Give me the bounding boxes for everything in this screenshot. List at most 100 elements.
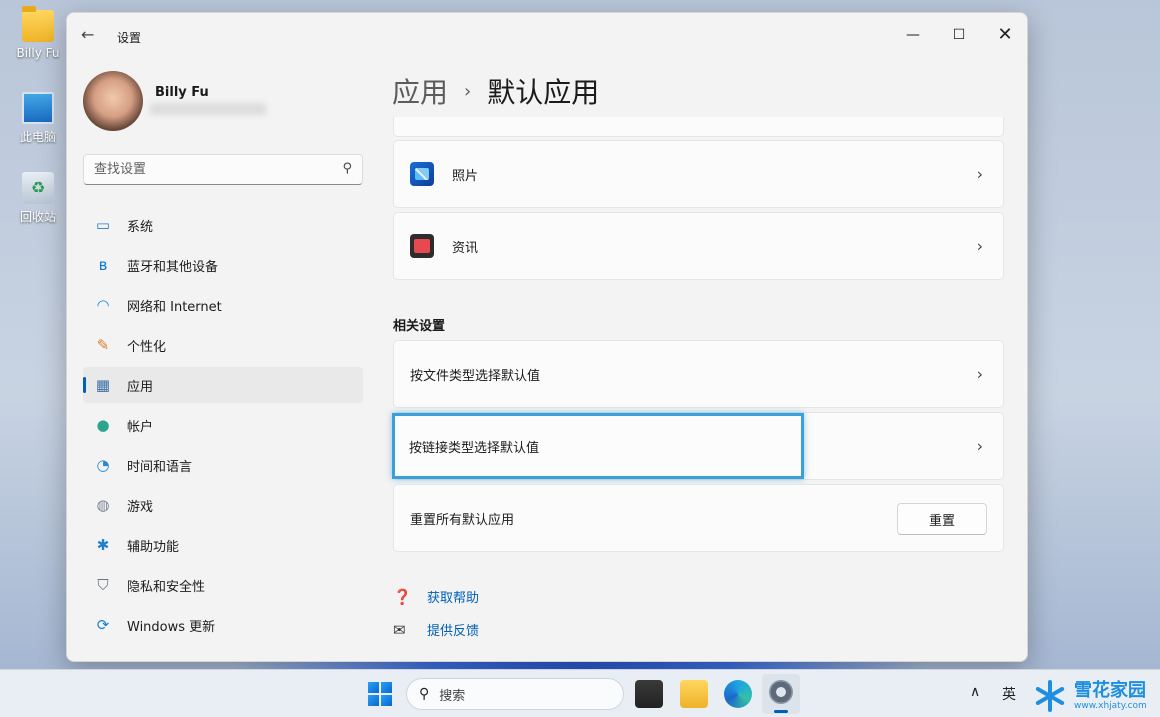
snowflake-icon [1032,678,1068,714]
sidebar-item-label: Windows 更新 [127,619,216,635]
sidebar-item-11[interactable]: ⟳ Windows 更新 [83,607,363,643]
feedback-link[interactable]: ✉ 提供反馈 [393,620,479,640]
taskbar-search-label: 搜索 [439,688,466,704]
avatar[interactable] [83,71,143,131]
sidebar-item-label: 个性化 [127,339,167,355]
close-button[interactable]: ✕ [982,19,1027,51]
account-icon: ● [96,416,110,434]
photos-icon [410,162,434,186]
desktop-icon-user-folder[interactable]: Billy Fu [8,6,68,60]
sidebar-item-6[interactable]: ● 帐户 [83,407,363,443]
file-explorer-icon[interactable] [680,680,708,708]
taskbar: ⚲ 搜索 ∧ 英 [0,669,1160,717]
window-title: 设置 [117,31,142,45]
setting-label: 按链接类型选择默认值 [409,440,540,456]
running-indicator [774,710,788,713]
help-chat-icon: ❓ [393,587,412,606]
desktop-icon-recycle-bin[interactable]: ♻ 回收站 [8,172,68,225]
sidebar-item-3[interactable]: ◠ 网络和 Internet [83,287,363,323]
sidebar-item-label: 网络和 Internet [127,299,222,315]
sidebar-item-label: 蓝牙和其他设备 [127,259,219,275]
title-bar: ← 设置 — ☐ ✕ [67,13,1027,57]
minimize-button[interactable]: — [890,19,936,51]
recycle-bin-icon: ♻ [22,172,54,204]
watermark-url: www.xhjaty.com [1074,701,1147,711]
update-icon: ⟳ [96,616,110,634]
get-help-label[interactable]: 获取帮助 [427,587,479,606]
highlight-frame[interactable]: 按链接类型选择默认值 [392,413,804,479]
search-icon[interactable]: ⚲ [342,161,352,176]
sidebar-item-4[interactable]: ✎ 个性化 [83,327,363,363]
shield-icon: ⛉ [97,576,109,594]
sidebar-item-label: 辅助功能 [127,539,180,555]
breadcrumb: 应用 › 默认应用 [392,71,599,111]
monitor-icon: ▭ [95,216,111,234]
sidebar-item-label: 应用 [127,379,154,395]
bluetooth-icon: ʙ [98,256,108,274]
desktop-icon-label: 回收站 [19,210,56,224]
sidebar-item-8[interactable]: ◍ 游戏 [83,487,363,523]
settings-search-box[interactable]: ⚲ [83,154,363,185]
sidebar-item-1[interactable]: ▭ 系统 [83,207,363,243]
watermark-title: 雪花家园 [1074,680,1146,701]
breadcrumb-separator-icon: › [464,80,472,102]
sidebar-item-label: 帐户 [127,419,154,435]
sidebar-item-7[interactable]: ◔ 时间和语言 [83,447,363,483]
desktop-icon-label: Billy Fu [16,46,60,60]
edge-browser-icon[interactable] [724,680,752,708]
sidebar-item-label: 游戏 [127,499,154,515]
apps-icon: ▦ [95,376,111,394]
breadcrumb-parent[interactable]: 应用 [392,71,448,111]
settings-window: ← 设置 — ☐ ✕ Billy Fu ⚲ ▭ 系统 ʙ 蓝牙和其他设备 ◠ 网络和 In… [66,12,1028,662]
get-help-link[interactable]: ❓ 获取帮助 [393,587,479,607]
page-title: 默认应用 [487,76,600,109]
taskbar-search[interactable]: ⚲ 搜索 [406,678,624,710]
sidebar-item-5[interactable]: ▦ 应用 [83,367,363,403]
clock-globe-icon: ◔ [96,456,110,474]
related-settings-heading: 相关设置 [393,319,446,334]
feedback-icon: ✉ [393,620,406,639]
reset-defaults-row: 重置所有默认应用 重置 [393,484,1004,552]
user-email-blurred [149,103,267,115]
wifi-icon: ◠ [96,296,110,314]
sidebar-item-10[interactable]: ⛉ 隐私和安全性 [83,567,363,603]
gear-icon [769,680,793,704]
desktop-icon-label: 此电脑 [19,130,56,144]
app-list-item-news[interactable]: 资讯 › [393,212,1004,280]
sidebar-item-9[interactable]: ✱ 辅助功能 [83,527,363,563]
chevron-right-icon: › [976,236,983,256]
task-view-icon[interactable] [635,680,663,708]
chevron-right-icon: › [976,436,983,456]
chevron-right-icon: › [976,364,983,384]
maximize-button[interactable]: ☐ [936,19,982,51]
folder-icon [22,6,54,42]
sidebar-item-label: 时间和语言 [127,459,193,475]
desktop-icon-this-pc[interactable]: 此电脑 [8,92,68,145]
sidebar-item-label: 隐私和安全性 [127,579,206,595]
app-list-item-photos[interactable]: 照片 › [393,140,1004,208]
user-name: Billy Fu [155,85,209,100]
watermark-logo: 雪花家园 www.xhjaty.com [1032,676,1156,716]
settings-taskbar-button[interactable] [762,674,800,714]
sidebar-item-2[interactable]: ʙ 蓝牙和其他设备 [83,247,363,283]
sidebar-item-label: 系统 [127,219,154,235]
reset-defaults-label: 重置所有默认应用 [410,512,515,528]
app-list-item-partial[interactable] [393,117,1004,137]
search-icon: ⚲ [419,686,430,702]
news-icon [410,234,434,258]
paintbrush-icon: ✎ [96,336,110,354]
start-windows-icon[interactable] [368,682,392,706]
accessibility-icon: ✱ [96,536,110,554]
tray-overflow-chevron-icon[interactable]: ∧ [970,684,980,700]
choose-defaults-by-file-type[interactable]: 按文件类型选择默认值 › [393,340,1004,408]
gamepad-icon: ◍ [96,496,110,514]
app-list-item-label: 照片 [452,168,479,184]
input-method-indicator[interactable]: 英 [1002,684,1016,704]
feedback-label[interactable]: 提供反馈 [427,620,479,639]
back-arrow-icon[interactable]: ← [81,27,101,45]
search-input[interactable] [84,155,324,184]
setting-label: 按文件类型选择默认值 [410,368,541,384]
reset-button[interactable]: 重置 [897,503,987,535]
sidebar-nav: ▭ 系统 ʙ 蓝牙和其他设备 ◠ 网络和 Internet ✎ 个性化 ▦ 应用 ● 帐户 ◔ 时间和语言… [83,207,363,647]
app-list-item-label: 资讯 [452,240,479,256]
